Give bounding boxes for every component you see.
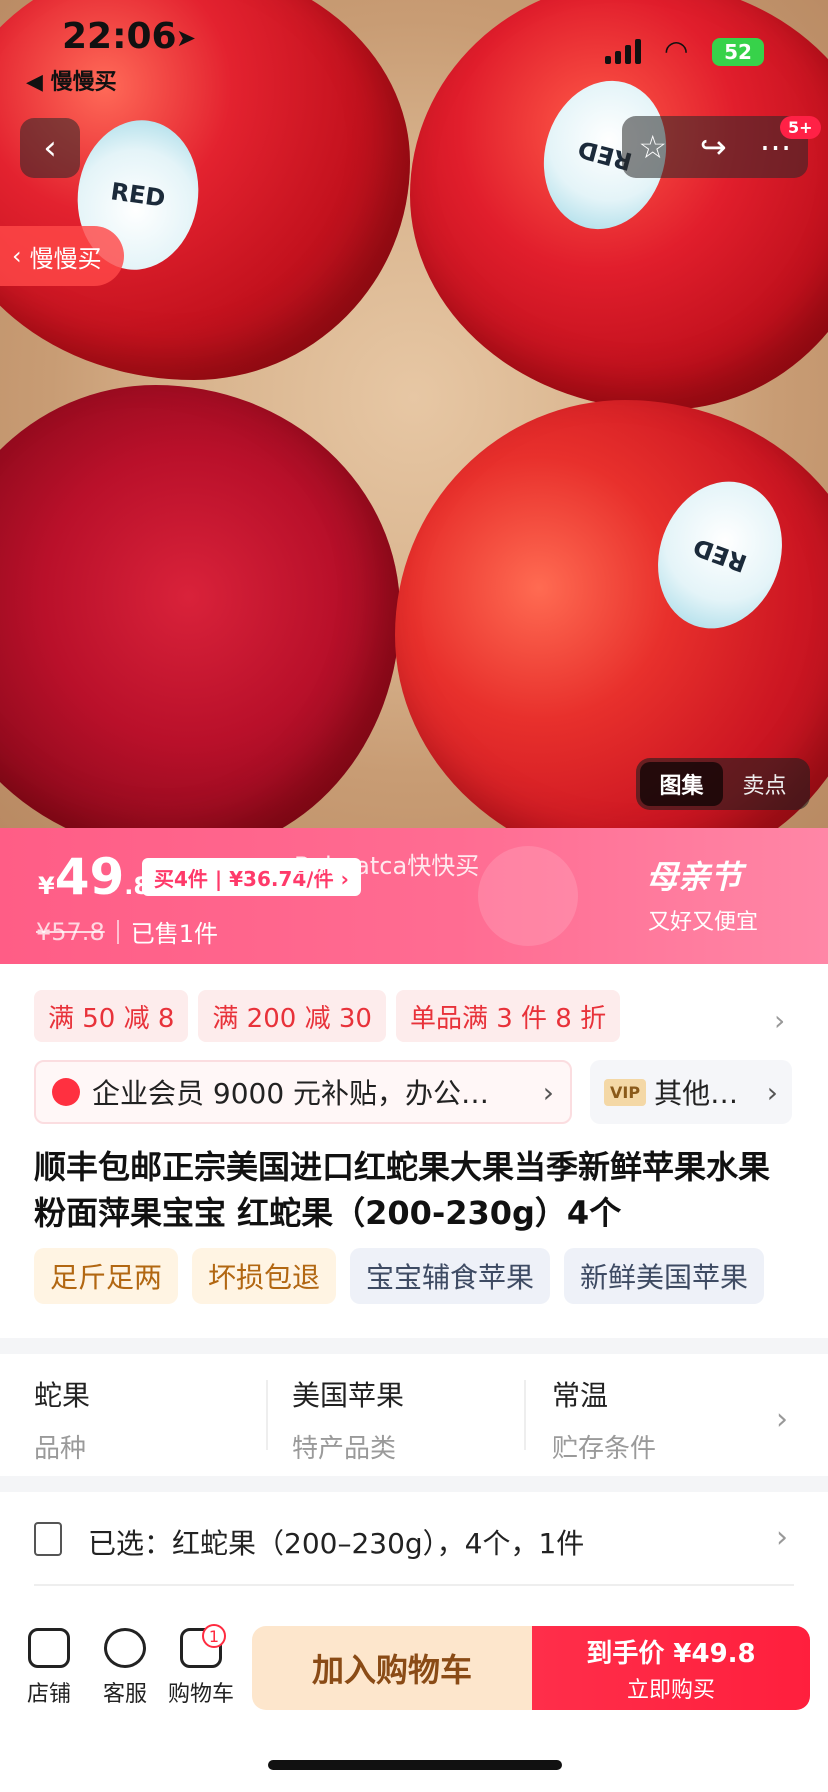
product-title: 顺丰包邮正宗美国进口红蛇果大果当季新鲜苹果水果粉面萍果宝宝 红蛇果（200-23…	[34, 1148, 771, 1232]
product-attributes[interactable]: 蛇果 品种 美国苹果 特产品类 常温 贮存条件 ›	[0, 1356, 828, 1476]
price-banner: ¥ 49 .8 买4件 | ¥36.74/件 › Babeatca快快买 ¥57…	[0, 828, 828, 964]
cart-button[interactable]: 购物车	[166, 1628, 236, 1708]
status-time: 22:06	[62, 16, 177, 57]
buy-now-button[interactable]: 到手价 ¥49.8 立即购买	[532, 1626, 810, 1710]
buy-now-label: 立即购买	[626, 1677, 715, 1703]
gallery-tabs: 图集 卖点	[636, 758, 810, 810]
selected-sku-row[interactable]: 已选：红蛇果（200–230g），4个，1件 ›	[0, 1492, 828, 1588]
customer-service-button[interactable]: 客服	[90, 1628, 160, 1708]
cellular-signal-icon	[605, 38, 641, 64]
attribute-value: 蛇果	[34, 1379, 91, 1412]
enterprise-member-banner[interactable]: 企业会员 9000 元补贴，办公… ›	[34, 1060, 572, 1124]
notification-badge: 5+	[780, 116, 821, 139]
attribute-value: 美国苹果	[292, 1379, 405, 1412]
attribute-key: 贮存条件	[552, 1434, 657, 1464]
section-separator	[0, 1338, 828, 1354]
currency-symbol: ¥	[38, 872, 55, 900]
chevron-right-icon: ›	[766, 1075, 778, 1109]
attribute-item: 美国苹果 特产品类	[292, 1374, 404, 1465]
product-tag[interactable]: 足斤足两	[34, 1248, 179, 1304]
coupon-tag[interactable]: 满 200 减 30	[198, 990, 386, 1042]
cart-label: 购物车	[167, 1682, 234, 1707]
battery-indicator: 52	[712, 38, 764, 66]
wifi-icon: ◠	[664, 34, 689, 67]
current-price: ¥ 49 .8	[38, 848, 150, 906]
chat-face-icon	[104, 1628, 146, 1668]
location-arrow-icon: ➤	[176, 24, 197, 52]
attribute-item: 常温 贮存条件	[552, 1374, 656, 1465]
original-price-row: ¥57.8 已售1件	[36, 914, 218, 949]
chevron-left-icon: ‹	[43, 128, 57, 168]
cart-count-badge: 1	[202, 1624, 226, 1648]
attribute-value: 常温	[552, 1379, 609, 1412]
product-tag[interactable]: 宝宝辅食苹果	[350, 1248, 551, 1304]
attribute-key: 品种	[34, 1434, 87, 1464]
sold-count: 已售1件	[130, 920, 218, 948]
price-integer: 49	[54, 848, 125, 906]
divider	[116, 919, 119, 944]
product-image-gallery[interactable]: RED RED RED 22:06 ➤ ◀ 慢慢买 ◠ 52 ‹ ☆ ↪ ⋯ 5…	[0, 0, 828, 828]
store-back-pill[interactable]: ‹ 慢慢买	[0, 226, 124, 286]
section-separator	[0, 1476, 828, 1492]
vip-banner[interactable]: VIP 其他… ›	[590, 1060, 792, 1124]
promo-title: 母亲节	[646, 858, 743, 896]
attribute-key: 特产品类	[292, 1434, 397, 1464]
rose-icon	[478, 846, 578, 946]
person-icon	[52, 1078, 80, 1106]
apple-bottom-left	[0, 385, 400, 828]
selected-sku-text: 已选：红蛇果（200–230g），4个，1件	[88, 1527, 585, 1560]
back-to-app-link[interactable]: ◀ 慢慢买	[26, 64, 117, 96]
divider	[34, 1584, 794, 1586]
original-price: ¥57.8	[36, 917, 105, 946]
coupon-tag[interactable]: 单品满 3 件 8 折	[395, 990, 621, 1042]
add-to-cart-button[interactable]: 加入购物车	[252, 1626, 532, 1710]
chevron-right-icon: ›	[776, 1402, 788, 1437]
chevron-right-icon[interactable]: ›	[774, 1004, 785, 1037]
product-tag[interactable]: 坏损包退	[192, 1248, 337, 1304]
star-favorite-icon[interactable]: ☆	[638, 128, 667, 166]
chevron-right-icon: ›	[776, 1520, 788, 1555]
attribute-item: 蛇果 品种	[34, 1374, 90, 1465]
coupon-tag[interactable]: 满 50 减 8	[34, 990, 189, 1042]
promo-subtitle: 又好又便宜	[648, 910, 759, 935]
chevron-left-icon: ‹	[12, 242, 22, 270]
shop-label: 店铺	[26, 1682, 71, 1707]
watermark-text: Babeatca快快买	[294, 852, 480, 880]
final-price-label: 到手价 ¥49.8	[586, 1638, 756, 1669]
bottom-action-bar: 店铺 客服 购物车 1 加入购物车 到手价 ¥49.8 立即购买	[0, 1608, 828, 1718]
service-label: 客服	[102, 1682, 147, 1707]
store-back-label: 慢慢买	[29, 244, 102, 273]
tab-selling-points[interactable]: 卖点	[723, 762, 806, 806]
status-bar: 22:06 ➤ ◀ 慢慢买 ◠ 52	[0, 0, 828, 100]
chevron-right-icon: ›	[542, 1075, 554, 1109]
home-indicator[interactable]	[268, 1760, 562, 1770]
product-tags: 足斤足两 坏损包退 宝宝辅食苹果 新鲜美国苹果	[34, 1248, 765, 1304]
member-benefits-row: 企业会员 9000 元补贴，办公… › VIP 其他… ›	[34, 1060, 792, 1124]
sku-icon	[34, 1522, 62, 1556]
coupon-list: 满 50 减 8 满 200 减 30 单品满 3 件 8 折	[34, 990, 621, 1042]
member-text: 企业会员 9000 元补贴，办公…	[92, 1077, 490, 1110]
product-tag[interactable]: 新鲜美国苹果	[564, 1248, 765, 1304]
shop-button[interactable]: 店铺	[14, 1628, 84, 1708]
divider	[266, 1380, 268, 1450]
tab-gallery[interactable]: 图集	[640, 762, 723, 806]
vip-text: 其他…	[654, 1077, 739, 1110]
store-icon	[28, 1628, 70, 1668]
share-icon[interactable]: ↪	[700, 128, 727, 166]
back-button[interactable]: ‹	[20, 118, 80, 178]
divider	[524, 1380, 526, 1450]
vip-badge: VIP	[604, 1078, 647, 1106]
